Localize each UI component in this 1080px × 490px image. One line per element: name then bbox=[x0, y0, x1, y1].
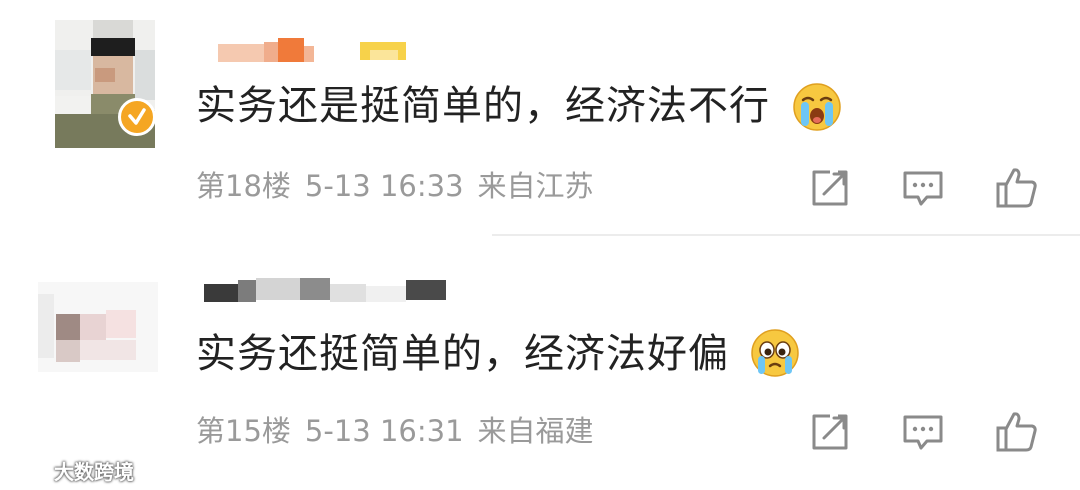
watermark-logo-icon bbox=[9, 460, 46, 480]
watermark-text: 大数跨境 bbox=[54, 459, 134, 484]
watermark: 大数跨境 bbox=[8, 456, 134, 484]
like-button[interactable] bbox=[995, 410, 1039, 454]
username-redacted[interactable] bbox=[200, 276, 450, 302]
comment-divider bbox=[492, 234, 1080, 236]
like-button[interactable] bbox=[995, 166, 1039, 210]
thumbs-up-icon bbox=[996, 168, 1037, 208]
comment-meta: 第15楼 5-13 16:31 来自福建 bbox=[196, 413, 608, 449]
teary-eyes-emoji bbox=[751, 329, 799, 377]
floor-number: 第18楼 bbox=[196, 169, 291, 203]
location: 来自福建 bbox=[477, 414, 594, 448]
reply-button[interactable] bbox=[901, 166, 945, 210]
username-redacted[interactable] bbox=[218, 36, 418, 62]
avatar[interactable] bbox=[38, 282, 158, 372]
comment-icon bbox=[903, 415, 943, 450]
comment-item: 实务还挺简单的，经济法好偏 第15楼 5-13 16:31 来自福建 bbox=[0, 240, 1080, 490]
comment-item: 实务还是挺简单的，经济法不行 第18楼 5-13 16:33 来自江苏 bbox=[0, 0, 1080, 236]
comment-text: 实务还是挺简单的，经济法不行 bbox=[196, 83, 770, 129]
reply-button[interactable] bbox=[901, 410, 945, 454]
crying-emoji bbox=[793, 83, 841, 131]
verified-badge bbox=[118, 98, 156, 136]
location: 来自江苏 bbox=[477, 169, 594, 203]
comment-icon bbox=[903, 171, 943, 206]
comment-text: 实务还挺简单的，经济法好偏 bbox=[196, 331, 729, 377]
repost-button[interactable] bbox=[808, 410, 852, 454]
repost-icon bbox=[812, 414, 848, 450]
comment-meta: 第18楼 5-13 16:33 来自江苏 bbox=[196, 168, 608, 204]
repost-icon bbox=[812, 170, 848, 206]
thumbs-up-icon bbox=[996, 412, 1037, 452]
timestamp: 5-13 16:33 bbox=[304, 169, 464, 203]
repost-button[interactable] bbox=[808, 166, 852, 210]
check-icon bbox=[128, 108, 146, 125]
floor-number: 第15楼 bbox=[196, 414, 291, 448]
timestamp: 5-13 16:31 bbox=[304, 414, 464, 448]
